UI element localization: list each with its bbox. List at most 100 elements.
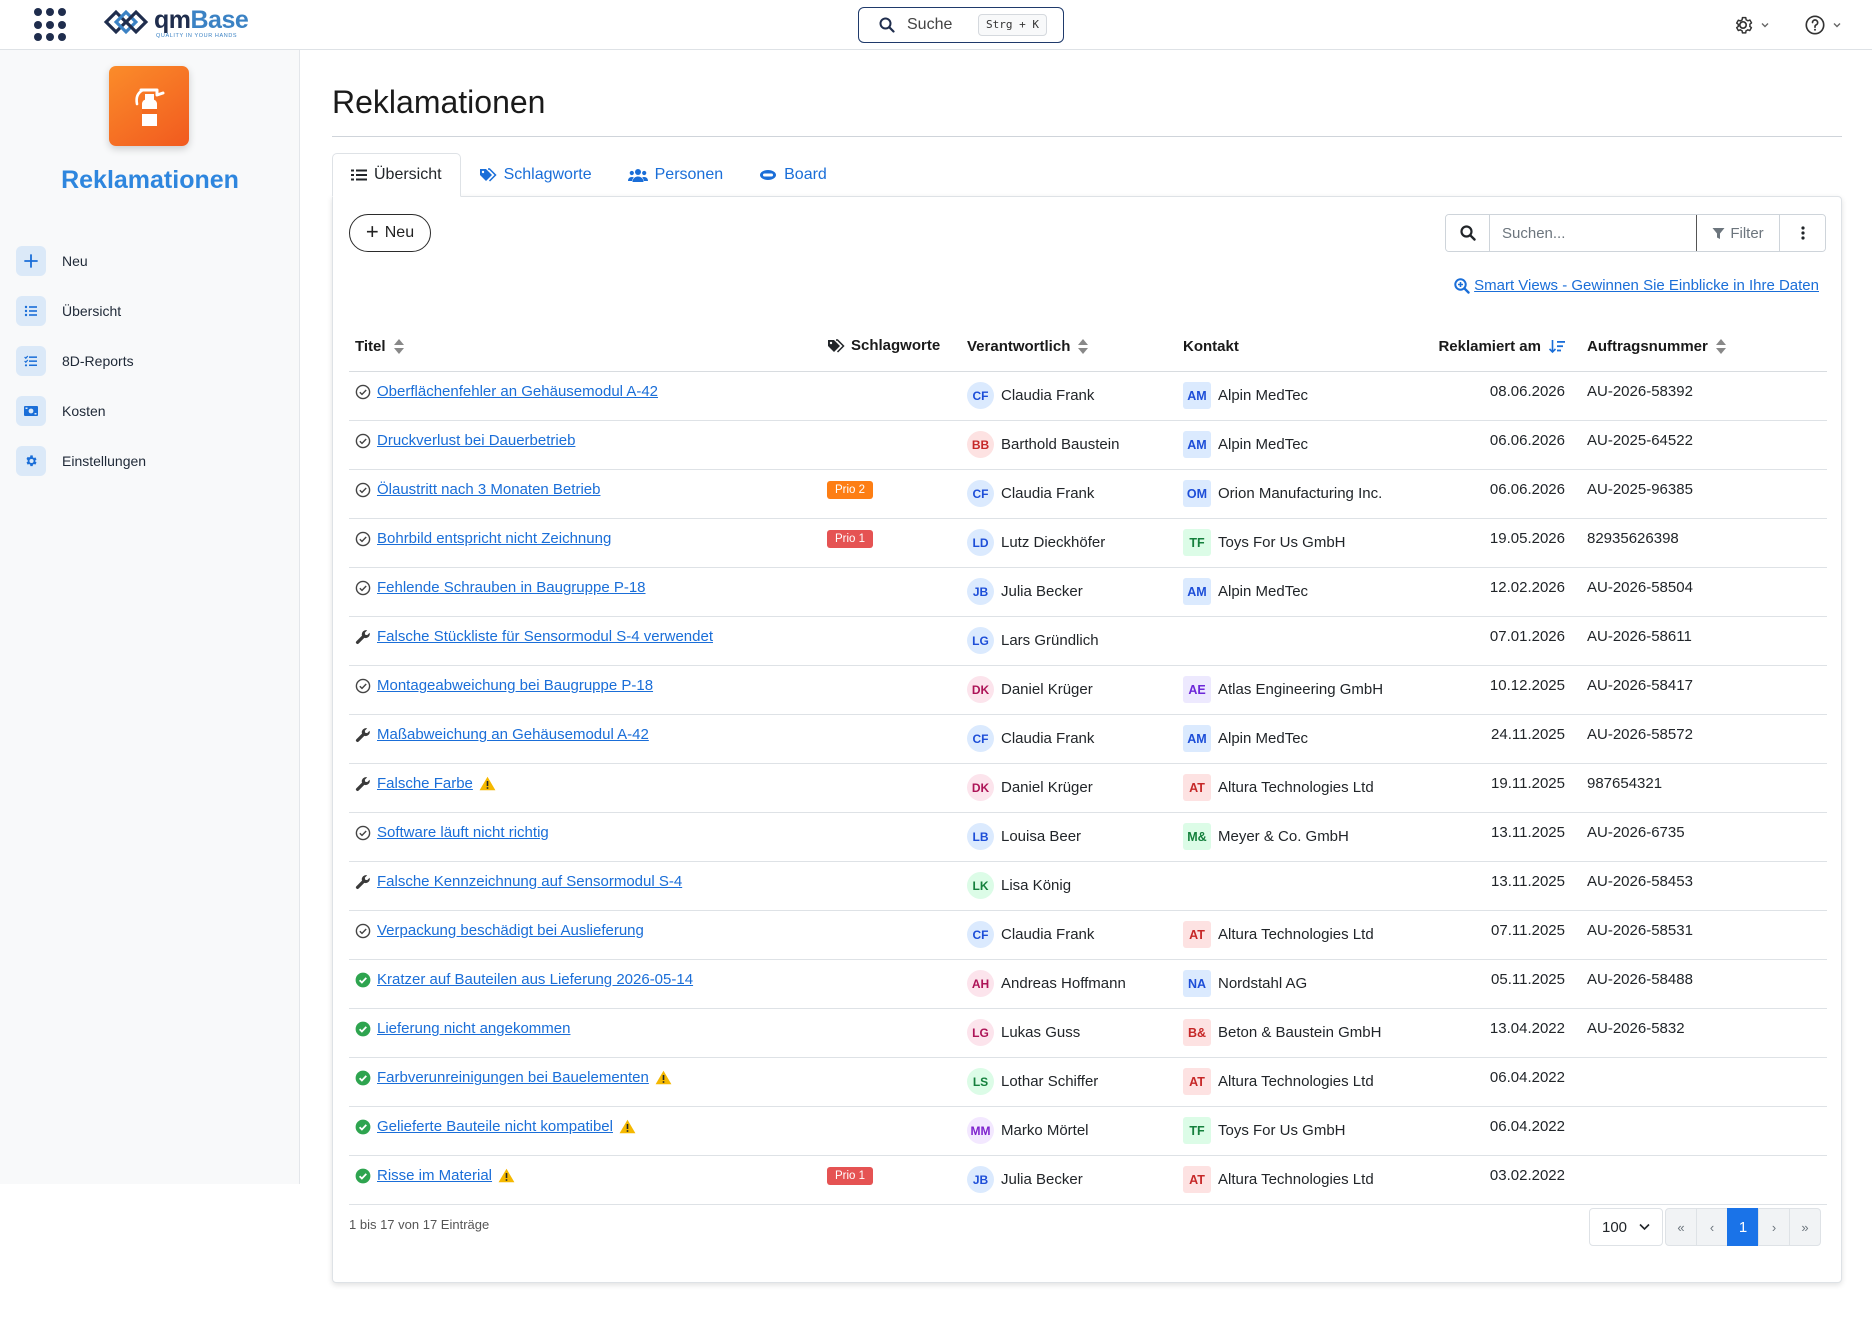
column-header-order[interactable]: Auftragsnummer (1581, 323, 1827, 372)
settings-menu-button[interactable] (1732, 12, 1770, 38)
title-divider (332, 136, 1842, 137)
app-launcher-icon[interactable] (34, 8, 68, 42)
complaint-title-link[interactable]: Bohrbild entspricht nicht Zeichnung (377, 530, 611, 547)
table-row[interactable]: Montageabweichung bei Baugruppe P-18 DK Da… (349, 661, 1827, 715)
page-size-select[interactable]: 100 (1589, 1208, 1663, 1246)
avatar: JB (967, 578, 994, 605)
contact-avatar: M& (1183, 823, 1211, 850)
avatar: DK (967, 774, 994, 801)
complaint-title-link[interactable]: Risse im Material (377, 1167, 492, 1184)
tab-label: Übersicht (374, 166, 442, 183)
smart-views-link[interactable]: Smart Views - Gewinnen Sie Einblicke in … (1454, 277, 1819, 294)
complaint-title-link[interactable]: Falsche Farbe (377, 775, 473, 792)
table-row[interactable]: Farbverunreinigungen bei Bauelementen LS L… (349, 1053, 1827, 1107)
next-page-button[interactable]: › (1758, 1208, 1790, 1246)
checklist-icon (16, 346, 46, 376)
global-search-label: Suche (907, 16, 953, 33)
first-page-button[interactable]: « (1665, 1208, 1697, 1246)
sidebar-item-label: Übersicht (62, 303, 122, 319)
complaint-title-link[interactable]: Ölaustritt nach 3 Monaten Betrieb (377, 481, 600, 498)
priority-badge: Prio 1 (827, 530, 874, 548)
contact-name: Toys For Us GmbH (1218, 1122, 1346, 1139)
complaint-title-link[interactable]: Farbverunreinigungen bei Bauelementen (377, 1069, 649, 1086)
new-complaint-button[interactable]: + Neu (349, 214, 431, 252)
contact-avatar: AE (1183, 676, 1211, 703)
responsible-name: Andreas Hoffmann (1001, 975, 1126, 992)
complaint-title-link[interactable]: Falsche Kennzeichnung auf Sensormodul S-… (377, 873, 682, 890)
more-options-button[interactable] (1780, 215, 1825, 251)
current-page-button[interactable]: 1 (1727, 1208, 1759, 1246)
complaint-title-link[interactable]: Montageabweichung bei Baugruppe P-18 (377, 677, 653, 694)
table-row[interactable]: Falsche Farbe DK Daniel Krüger AT Altura Tec… (349, 759, 1827, 813)
previous-page-button[interactable]: ‹ (1696, 1208, 1728, 1246)
order-number: 82935626398 (1587, 530, 1679, 547)
warning-icon (479, 776, 496, 791)
money-icon (16, 396, 46, 426)
table-row[interactable]: Druckverlust bei Dauerbetrieb BB Barthold … (349, 416, 1827, 470)
contact-avatar: TF (1183, 1117, 1211, 1144)
table-row[interactable]: Risse im Material Prio 1 JB Julia Becker AT A… (349, 1151, 1827, 1205)
complaint-title-link[interactable]: Lieferung nicht angekommen (377, 1020, 570, 1037)
board-icon (760, 170, 777, 180)
table-row[interactable]: Software läuft nicht richtig LB Louisa Bee… (349, 808, 1827, 862)
table-search-input[interactable] (1490, 215, 1696, 251)
complaint-title-link[interactable]: Verpackung beschädigt bei Auslieferung (377, 922, 644, 939)
avatar: LK (967, 872, 994, 899)
order-number: AU-2026-6735 (1587, 824, 1685, 841)
help-menu-button[interactable] (1804, 12, 1842, 38)
sidebar-item-8d-reports[interactable]: 8D-Reports (16, 336, 286, 386)
complaint-title-link[interactable]: Kratzer auf Bauteilen aus Lieferung 2026… (377, 971, 693, 988)
sidebar-item-einstellungen[interactable]: Einstellungen (16, 436, 286, 486)
table-row[interactable]: Lieferung nicht angekommen LG Lukas Guss B&… (349, 1004, 1827, 1058)
sort-icon (1078, 339, 1089, 355)
complaint-title-link[interactable]: Fehlende Schrauben in Baugruppe P-18 (377, 579, 646, 596)
table-row[interactable]: Ölaustritt nach 3 Monaten Betrieb Prio 2 C… (349, 465, 1827, 519)
column-header-date[interactable]: Reklamiert am (1427, 323, 1581, 372)
new-button-label: Neu (384, 224, 415, 241)
priority-badge: Prio 2 (827, 481, 874, 499)
sidebar-item-neu[interactable]: Neu (16, 236, 286, 286)
complaint-date: 13.11.2025 (1491, 824, 1565, 841)
table-row[interactable]: Falsche Stückliste für Sensormodul S-4 v… (349, 612, 1827, 666)
logo-brand-suffix: Base (190, 6, 249, 35)
column-header-responsible[interactable]: Verantwortlich (961, 323, 1177, 372)
table-row[interactable]: Fehlende Schrauben in Baugruppe P-18 JB Ju… (349, 563, 1827, 617)
table-row[interactable]: Verpackung beschädigt bei Auslieferung CF… (349, 906, 1827, 960)
last-page-button[interactable]: » (1789, 1208, 1821, 1246)
complaint-title-link[interactable]: Oberflächenfehler an Gehäusemodul A-42 (377, 383, 658, 400)
gear-icon (1735, 16, 1753, 34)
table-row[interactable]: Falsche Kennzeichnung auf Sensormodul S-… (349, 857, 1827, 911)
responsible-name: Lutz Dieckhöfer (1001, 534, 1106, 551)
column-header-title[interactable]: Titel (349, 323, 821, 372)
tab-uebersicht[interactable]: Übersicht (332, 153, 461, 197)
tab-personen[interactable]: Personen (610, 153, 742, 197)
complaint-title-link[interactable]: Maßabweichung an Gehäusemodul A-42 (377, 726, 649, 743)
contact-avatar: AT (1183, 1166, 1211, 1193)
complaint-title-link[interactable]: Falsche Stückliste für Sensormodul S-4 v… (377, 628, 713, 645)
sidebar-item-uebersicht[interactable]: Übersicht (16, 286, 286, 336)
sidebar-item-label: Kosten (62, 403, 106, 419)
table-row[interactable]: Kratzer auf Bauteilen aus Lieferung 2026… (349, 955, 1827, 1009)
complaint-date: 06.04.2022 (1489, 1069, 1565, 1086)
table-row[interactable]: Gelieferte Bauteile nicht kompatibel MM Ma… (349, 1102, 1827, 1156)
complaint-date: 24.11.2025 (1491, 726, 1565, 743)
table-row[interactable]: Maßabweichung an Gehäusemodul A-42 CF Clau… (349, 710, 1827, 764)
check-circle-icon (355, 384, 371, 400)
sidebar-item-kosten[interactable]: Kosten (16, 386, 286, 436)
table-row[interactable]: Bohrbild entspricht nicht Zeichnung Prio … (349, 514, 1827, 568)
search-icon[interactable] (1446, 215, 1490, 251)
check-circle-icon (355, 531, 371, 547)
qmbase-logo[interactable]: qmBase QUALITY IN YOUR HANDS (102, 6, 249, 41)
complaint-title-link[interactable]: Druckverlust bei Dauerbetrieb (377, 432, 575, 449)
complaint-title-link[interactable]: Gelieferte Bauteile nicht kompatibel (377, 1118, 613, 1135)
complaint-date: 07.11.2025 (1491, 922, 1565, 939)
pagination: « ‹ 1 › » (1665, 1208, 1821, 1246)
global-search-button[interactable]: Suche Strg + K (858, 7, 1064, 43)
tab-board[interactable]: Board (741, 153, 845, 197)
complaint-title-link[interactable]: Software läuft nicht richtig (377, 824, 549, 841)
filter-button[interactable]: Filter (1696, 215, 1780, 251)
complaint-date: 13.11.2025 (1491, 873, 1565, 890)
contact-avatar: AM (1183, 725, 1211, 752)
tab-schlagworte[interactable]: Schlagworte (461, 153, 610, 197)
table-row[interactable]: Oberflächenfehler an Gehäusemodul A-42 CF… (349, 367, 1827, 421)
